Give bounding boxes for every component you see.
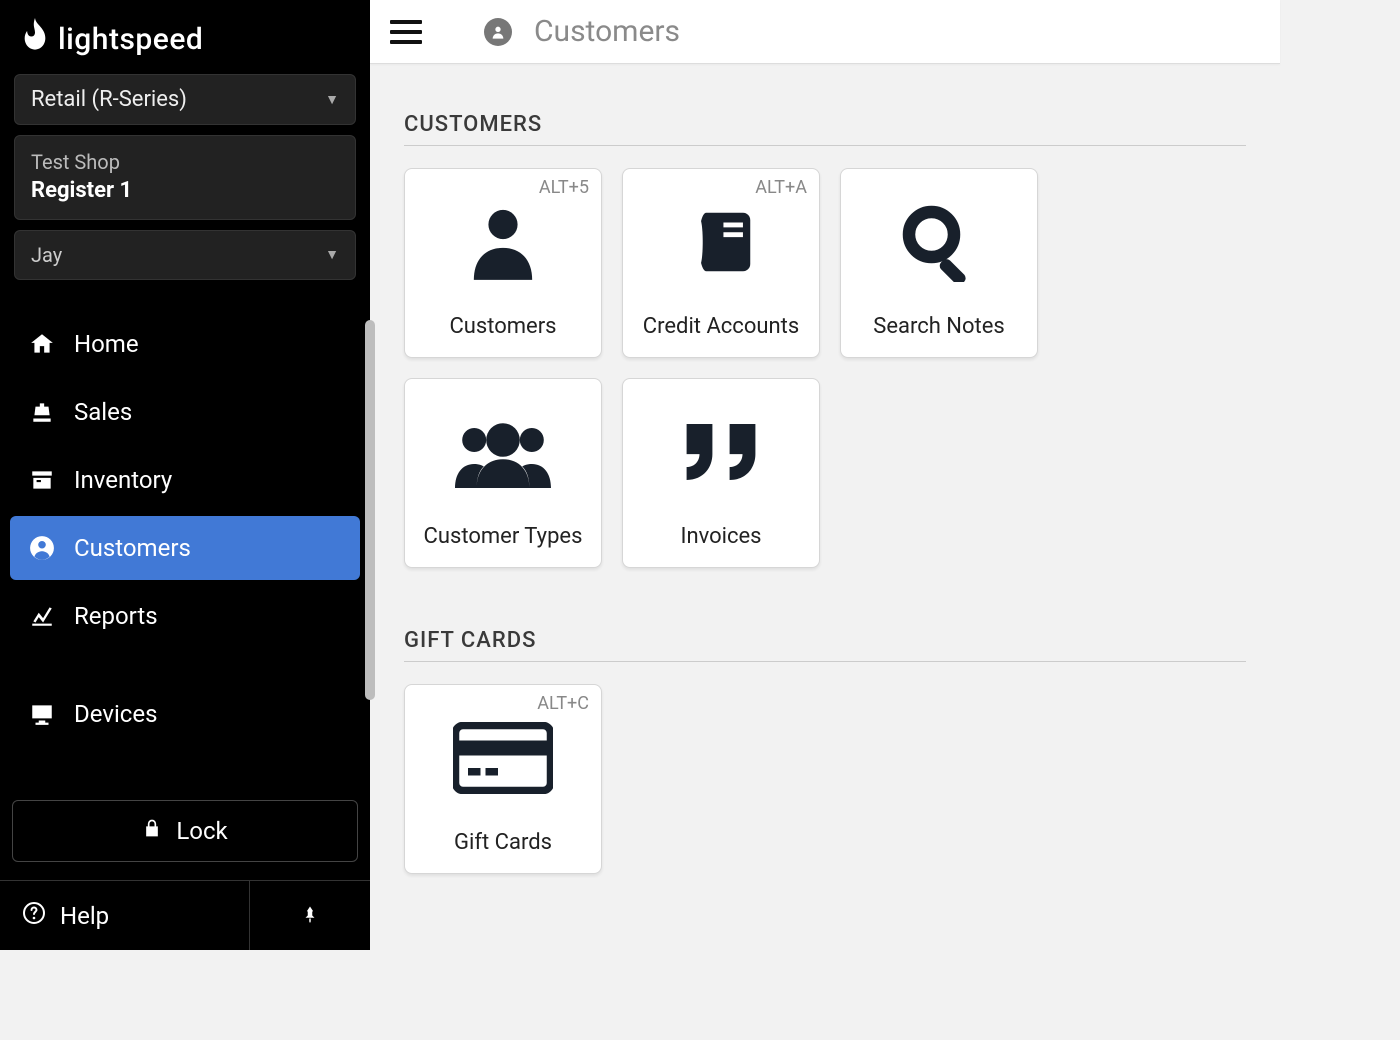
hamburger-button[interactable] [390,16,422,48]
topbar: Customers [370,0,1280,64]
nav-devices[interactable]: Devices [10,682,360,746]
people-icon [455,393,551,510]
nav-inventory-label: Inventory [74,466,172,494]
page-title: Customers [534,14,680,49]
tile-credit-accounts[interactable]: ALT+A Credit Accounts [622,168,820,358]
brand-logo: lightspeed [0,0,370,74]
lock-button[interactable]: Lock [12,800,358,862]
search-icon [899,183,979,300]
shortcut-label: ALT+A [755,177,807,198]
scrollbar[interactable] [365,320,375,700]
tile-customer-types[interactable]: Customer Types [404,378,602,568]
nav-devices-label: Devices [74,700,157,728]
nav-sales[interactable]: Sales [10,380,360,444]
product-selector[interactable]: Retail (R-Series) ▼ [14,74,356,125]
book-icon [682,183,760,300]
help-icon [22,901,46,931]
tile-invoices[interactable]: Invoices [622,378,820,568]
main: Customers CUSTOMERS ALT+5 Customers ALT+… [370,0,1280,950]
monitor-icon [28,700,56,728]
flame-icon [20,18,50,60]
chart-icon [28,602,56,630]
sidebar: lightspeed Retail (R-Series) ▼ Test Shop… [0,0,370,950]
nav-home-label: Home [74,330,139,358]
nav-customers-label: Customers [74,534,191,562]
section-title-customers: CUSTOMERS [404,112,1246,146]
avatar-icon [484,18,512,46]
product-selector-label: Retail (R-Series) [31,87,187,112]
tile-search-notes[interactable]: Search Notes [840,168,1038,358]
register-icon [28,398,56,426]
box-icon [28,466,56,494]
home-icon [28,330,56,358]
pin-icon [301,903,319,929]
tile-label: Invoices [674,510,767,567]
section-title-gift-cards: GIFT CARDS [404,628,1246,662]
customers-tile-grid: ALT+5 Customers ALT+A Credit Accounts [404,168,1246,568]
user-selector[interactable]: Jay ▼ [14,230,356,280]
chevron-down-icon: ▼ [325,91,339,108]
shortcut-label: ALT+5 [539,177,589,198]
shop-name: Test Shop [31,148,132,176]
tile-label: Credit Accounts [637,300,805,357]
user-selector-label: Jay [31,243,62,267]
tile-label: Customer Types [418,510,589,567]
nav-reports[interactable]: Reports [10,584,360,648]
register-name: Register 1 [31,178,132,203]
gift-cards-tile-grid: ALT+C Gift Cards [404,684,1246,874]
lock-button-label: Lock [176,817,227,845]
shortcut-label: ALT+C [537,693,589,714]
nav-inventory[interactable]: Inventory [10,448,360,512]
tile-label: Search Notes [867,300,1011,357]
tile-label: Customers [443,300,562,357]
person-circle-icon [28,534,56,562]
tile-gift-cards[interactable]: ALT+C Gift Cards [404,684,602,874]
brand-name: lightspeed [58,22,203,57]
tile-label: Gift Cards [448,816,558,873]
card-icon [453,699,553,816]
shop-register-selector[interactable]: Test Shop Register 1 [14,135,356,220]
lock-icon [142,817,162,845]
sidebar-nav: Home Sales Inventory Customers [0,312,370,790]
content-area: CUSTOMERS ALT+5 Customers ALT+A Credit A… [370,64,1280,950]
chevron-down-icon: ▼ [325,246,339,263]
help-button[interactable]: Help [0,881,250,950]
nav-sales-label: Sales [74,398,132,426]
nav-customers[interactable]: Customers [10,516,360,580]
pin-button[interactable] [250,881,370,950]
nav-reports-label: Reports [74,602,158,630]
nav-home[interactable]: Home [10,312,360,376]
tile-customers[interactable]: ALT+5 Customers [404,168,602,358]
person-icon [468,183,538,300]
quote-icon [678,393,764,510]
help-label: Help [60,902,109,930]
